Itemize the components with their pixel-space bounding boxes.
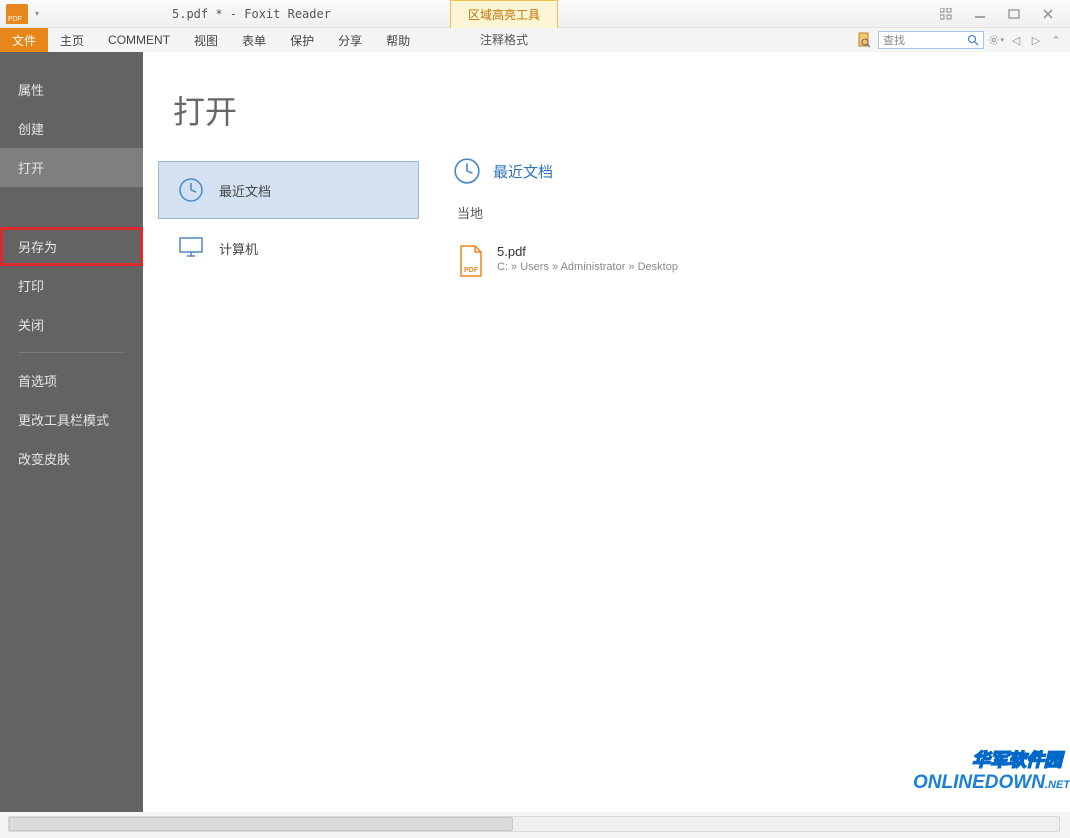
quick-access-toolbar: ▾ xyxy=(0,4,42,24)
horizontal-scrollbar[interactable] xyxy=(8,816,1060,832)
close-icon[interactable] xyxy=(1040,6,1056,22)
sidebar-item-1[interactable]: 创建 xyxy=(0,109,143,148)
option-label: 最近文档 xyxy=(219,181,271,200)
backstage-main: 打开 最近文档计算机 最近文档 当地 PDF 5.pdf C: » Users » … xyxy=(143,52,1070,812)
tab-表单[interactable]: 表单 xyxy=(230,28,278,52)
maximize-icon[interactable] xyxy=(1006,6,1022,22)
qat-dropdown-icon[interactable]: ▾ xyxy=(32,5,42,23)
computer-icon xyxy=(177,235,205,261)
minimize-icon[interactable] xyxy=(972,6,988,22)
bookmark-search-icon[interactable] xyxy=(854,31,874,49)
tab-文件[interactable]: 文件 xyxy=(0,28,48,52)
sidebar-item-6[interactable]: 首选项 xyxy=(0,361,143,400)
scrollbar-thumb[interactable] xyxy=(9,817,513,831)
recent-doc-item[interactable]: PDF 5.pdf C: » Users » Administrator » Des… xyxy=(453,240,1070,282)
sidebar-item-7[interactable]: 更改工具栏模式 xyxy=(0,400,143,439)
backstage-sidebar: 属性创建打开另存为打印关闭首选项更改工具栏模式改变皮肤 xyxy=(0,52,143,812)
recent-docs-column: 最近文档 当地 PDF 5.pdf C: » Users » Administrat… xyxy=(423,87,1070,812)
context-tab-header[interactable]: 区域高亮工具 xyxy=(450,0,558,28)
context-tab-sub[interactable]: 注释格式 xyxy=(450,28,558,52)
window-title: 5.pdf * - Foxit Reader xyxy=(172,7,331,21)
doc-name: 5.pdf xyxy=(497,244,678,259)
tab-保护[interactable]: 保护 xyxy=(278,28,326,52)
clock-icon xyxy=(178,177,204,203)
clock-icon xyxy=(453,157,481,185)
nav-next-icon[interactable]: ▷ xyxy=(1028,32,1044,48)
settings-gear-icon[interactable]: ▾ xyxy=(988,32,1004,48)
sidebar-item-2[interactable]: 打开 xyxy=(0,148,143,187)
search-placeholder: 查找 xyxy=(883,32,905,48)
open-option-computer[interactable]: 计算机 xyxy=(158,219,419,277)
doc-path: C: » Users » Administrator » Desktop xyxy=(497,261,678,273)
recent-heading-text: 最近文档 xyxy=(493,161,553,182)
sidebar-item-4[interactable]: 打印 xyxy=(0,266,143,305)
sidebar-item-3[interactable]: 另存为 xyxy=(0,227,143,266)
collapse-ribbon-icon[interactable]: ⌃ xyxy=(1048,32,1064,48)
tab-分享[interactable]: 分享 xyxy=(326,28,374,52)
tab-comment[interactable]: COMMENT xyxy=(96,28,182,52)
open-options-column: 打开 最近文档计算机 xyxy=(143,87,423,812)
ribbon-tabs: 文件主页COMMENT视图表单保护分享帮助 注释格式 查找 ▾ ◁ ▷ ⌃ xyxy=(0,28,1070,52)
search-input[interactable]: 查找 xyxy=(878,31,984,49)
window-controls xyxy=(938,6,1070,22)
sidebar-item-8[interactable]: 改变皮肤 xyxy=(0,439,143,478)
open-option-clock[interactable]: 最近文档 xyxy=(158,161,419,219)
option-label: 计算机 xyxy=(219,239,258,258)
search-icon xyxy=(967,34,979,46)
sidebar-item-0[interactable]: 属性 xyxy=(0,70,143,109)
title-bar: ▾ 5.pdf * - Foxit Reader 区域高亮工具 xyxy=(0,0,1070,28)
app-logo-icon xyxy=(6,4,28,24)
sidebar-item-5[interactable]: 关闭 xyxy=(0,305,143,344)
backstage-title: 打开 xyxy=(143,87,423,133)
svg-text:PDF: PDF xyxy=(464,267,479,274)
ribbon-options-icon[interactable] xyxy=(938,6,954,22)
tab-视图[interactable]: 视图 xyxy=(182,28,230,52)
pdf-file-icon: PDF xyxy=(457,244,485,278)
backstage-view: 属性创建打开另存为打印关闭首选项更改工具栏模式改变皮肤 打开 最近文档计算机 最… xyxy=(0,52,1070,812)
tab-帮助[interactable]: 帮助 xyxy=(374,28,422,52)
recent-docs-heading: 最近文档 xyxy=(453,157,1070,185)
local-sub-heading: 当地 xyxy=(453,203,1070,222)
nav-prev-icon[interactable]: ◁ xyxy=(1008,32,1024,48)
tab-主页[interactable]: 主页 xyxy=(48,28,96,52)
